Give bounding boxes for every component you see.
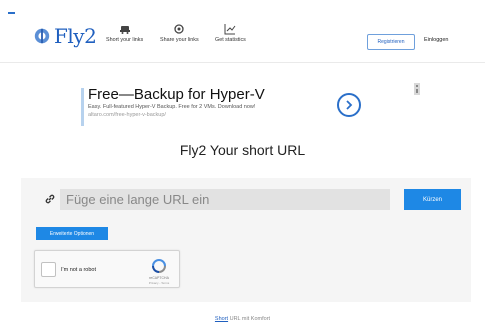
recaptcha-icon <box>152 259 166 273</box>
register-button[interactable]: Registrieren <box>367 34 415 50</box>
recaptcha-label: I'm not a robot <box>61 267 96 273</box>
page-title: Fly2 Your short URL <box>179 142 306 158</box>
ad-next-button[interactable] <box>337 93 361 117</box>
logo[interactable]: Fly2 <box>33 24 97 48</box>
footer: Short URL mit Komfort <box>0 316 485 322</box>
header: Fly2 Short your links Share your links G… <box>0 0 485 62</box>
footer-text: URL mit Komfort <box>228 316 271 322</box>
nav-share-links[interactable]: Share your links <box>160 23 199 43</box>
ad-info-icon[interactable] <box>414 83 420 95</box>
nav-label: Short your links <box>106 37 144 43</box>
recaptcha-terms[interactable]: Privacy - Terms <box>143 281 175 285</box>
advanced-options-button[interactable]: Erweiterte Optionen <box>36 227 108 240</box>
nav-label: Get statistics <box>215 37 246 43</box>
ad-subtitle: Easy. Full-featured Hyper-V Backup. Free… <box>88 104 256 110</box>
chart-icon <box>224 24 236 35</box>
shorten-button[interactable]: Kürzen <box>404 189 461 210</box>
recaptcha-brand: reCAPTCHA <box>149 276 169 280</box>
recaptcha-widget: I'm not a robot reCAPTCHA Privacy - Term… <box>34 250 180 288</box>
login-link[interactable]: Einloggen <box>424 37 448 43</box>
recaptcha-checkbox[interactable] <box>41 262 56 277</box>
long-url-input[interactable] <box>60 189 390 210</box>
share-icon <box>174 24 184 34</box>
header-divider <box>0 62 485 63</box>
nav-statistics[interactable]: Get statistics <box>215 23 246 43</box>
car-icon <box>119 26 130 34</box>
footer-short-link[interactable]: Short <box>215 316 228 322</box>
logo-text: Fly2 <box>54 24 97 48</box>
nav-label: Share your links <box>160 37 199 43</box>
ad-accent-bar <box>81 88 84 126</box>
ad-url[interactable]: altaro.com/free-hyper-v-backup/ <box>88 112 166 118</box>
link-icon <box>45 194 55 204</box>
chevron-right-icon <box>346 100 353 110</box>
nav-short-links[interactable]: Short your links <box>106 23 143 43</box>
ad-title[interactable]: Free—Backup for Hyper-V <box>88 86 265 103</box>
logo-icon <box>34 28 50 44</box>
